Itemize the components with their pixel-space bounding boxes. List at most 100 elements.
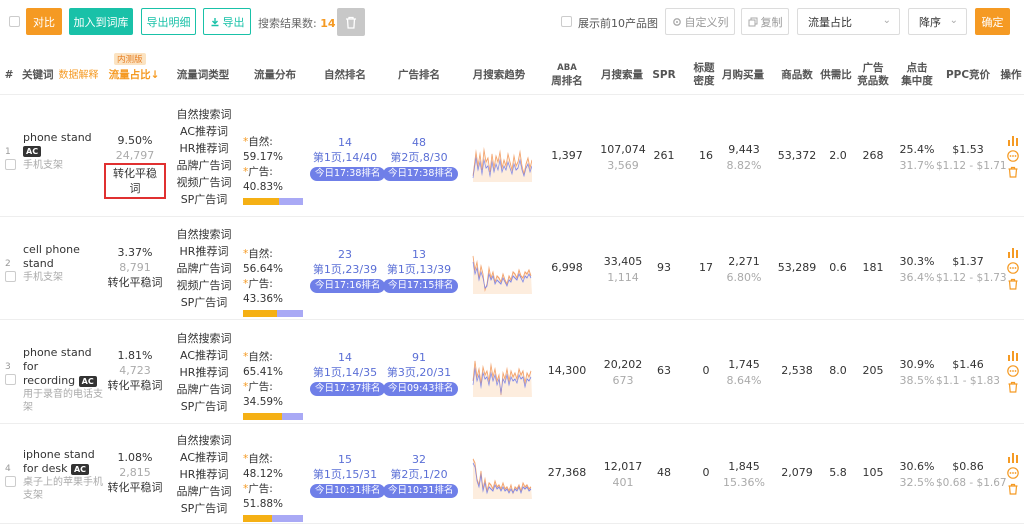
ppc-cell: $0.86 $0.68 - $1.67: [936, 459, 1007, 491]
col-products[interactable]: 商品数: [775, 55, 819, 95]
spr-value: 93: [657, 260, 671, 274]
custom-columns-button[interactable]: 自定义列: [665, 8, 735, 35]
organic-rank-cell[interactable]: 23 第1页,23/39 今日17:16排名: [310, 247, 386, 293]
ad-rank-cell[interactable]: 13 第1页,13/39 今日17:15排名: [383, 247, 459, 293]
monthly-trend-chart[interactable]: [472, 132, 532, 182]
traffic-type-item: HR推荐词: [179, 141, 229, 155]
sort-order-select[interactable]: 降序 ⌄: [908, 8, 967, 35]
supply-ratio-value: 2.0: [829, 148, 847, 162]
export-detail-button[interactable]: 导出明细: [141, 8, 196, 35]
col-supply-ratio[interactable]: 供需比: [819, 55, 853, 95]
organic-bar: [243, 413, 282, 420]
monthly-trend-chart[interactable]: [472, 449, 532, 499]
traffic-type-item: HR推荐词: [179, 365, 229, 379]
monthly-trend-chart[interactable]: [472, 244, 532, 294]
col-keyword[interactable]: 关键词 数据解释: [22, 55, 104, 95]
keyword-cell[interactable]: iphone stand for desk AC 桌子上的苹果手机支架: [23, 448, 107, 502]
sort-field-select[interactable]: 流量占比 ⌄: [797, 8, 900, 35]
ad-rank-cell[interactable]: 91 第3页,20/31 今日09:43排名: [383, 350, 459, 396]
table-row: 3 phone stand for recording AC 用于录音的电话支架…: [0, 320, 1024, 424]
monthly-purchase-pct: 8.64%: [726, 374, 762, 387]
supply-ratio-value: 8.0: [829, 364, 847, 377]
col-ad-products-line1: 广告: [862, 62, 884, 74]
col-ppc[interactable]: PPC竞价: [942, 55, 994, 95]
select-all-checkbox[interactable]: [9, 16, 20, 27]
compare-button[interactable]: 对比: [26, 8, 62, 35]
ad-pct: 43.36%: [243, 292, 284, 305]
monthly-purchase-value: 1,845: [728, 460, 760, 473]
show-top10-checkbox[interactable]: [561, 16, 572, 27]
ppc-range: $0.68 - $1.67: [936, 477, 1007, 489]
confirm-button[interactable]: 确定: [975, 8, 1010, 35]
monthly-purchase-cell: 2,271 6.80%: [720, 254, 768, 286]
organic-rank-cell[interactable]: 14 第1页,14/35 今日17:37排名: [310, 350, 386, 396]
col-click-concentration[interactable]: 点击 集中度: [898, 55, 936, 95]
keyword-cell[interactable]: phone stand for recording AC 用于录音的电话支架: [23, 346, 107, 414]
title-density-value: 17: [699, 260, 713, 274]
ad-rank-page: 第1页,13/39: [386, 262, 452, 276]
export-button[interactable]: 导出: [203, 8, 251, 35]
traffic-share-sub: 4,723: [119, 364, 151, 377]
bar-chart-icon[interactable]: [1007, 246, 1019, 258]
delete-icon[interactable]: [1007, 483, 1019, 495]
more-icon[interactable]: [1007, 149, 1019, 162]
col-title-density[interactable]: 标题 密度: [689, 55, 719, 95]
col-click-line1: 点击: [906, 62, 928, 74]
ad-label: 广告:: [248, 165, 273, 178]
delete-icon[interactable]: [1007, 381, 1019, 393]
monthly-purchase-value: 1,745: [728, 358, 760, 371]
data-explain-link[interactable]: 数据解释: [59, 69, 99, 82]
keyword-line1: phone stand: [23, 130, 92, 144]
bar-chart-icon[interactable]: [1007, 349, 1019, 361]
col-ad-rank[interactable]: 广告排名: [384, 55, 454, 95]
col-monthly-search[interactable]: 月搜索量: [597, 55, 647, 95]
col-traffic-share[interactable]: 流量占比 ↓: [106, 55, 162, 95]
download-icon: [211, 17, 218, 26]
traffic-type-list: 自然搜索词 AC推荐词 HR推荐词 品牌广告词 SP广告词: [170, 432, 238, 517]
more-icon[interactable]: [1007, 467, 1019, 479]
keyword-cell[interactable]: phone stand AC 手机支架: [23, 131, 107, 172]
delete-icon[interactable]: [1007, 166, 1019, 178]
traffic-dist-bar: [243, 413, 303, 420]
row-checkbox[interactable]: [5, 374, 16, 385]
col-spr[interactable]: SPR: [650, 55, 678, 95]
row-checkbox[interactable]: [5, 476, 16, 487]
copy-button[interactable]: 复制: [741, 8, 789, 35]
row-checkbox[interactable]: [5, 270, 16, 282]
result-count: 14: [320, 17, 336, 30]
organic-label: 自然:: [248, 135, 273, 148]
organic-rank-time: 今日10:31排名: [310, 484, 386, 498]
bar-chart-icon[interactable]: [1007, 134, 1019, 146]
keyword-cell[interactable]: cell phone stand 手机支架: [23, 243, 107, 284]
ad-rank-cell[interactable]: 48 第2页,8/30 今日17:38排名: [383, 135, 459, 181]
toolbar: 对比 加入到词库 导出明细 导出 搜索结果数: 14 展示前10产品图 自定义列…: [0, 0, 1024, 44]
more-icon[interactable]: [1007, 261, 1019, 274]
row-number: 1: [5, 146, 11, 157]
ppc-cell: $1.46 $1.1 - $1.83: [936, 357, 1000, 389]
bar-chart-icon[interactable]: [1007, 451, 1019, 463]
ppc-value: $0.86: [952, 460, 984, 473]
col-organic-rank[interactable]: 自然排名: [312, 55, 378, 95]
col-monthly-purchase[interactable]: 月购买量: [719, 55, 767, 95]
delete-icon[interactable]: [1007, 278, 1019, 290]
monthly-search-value: 107,074: [600, 142, 646, 156]
more-icon[interactable]: [1007, 365, 1019, 377]
add-to-library-button[interactable]: 加入到词库: [69, 8, 133, 35]
click-concentration-value: 25.4%: [899, 142, 935, 156]
col-aba-rank[interactable]: ABA 周排名: [544, 55, 590, 95]
delete-button[interactable]: [337, 8, 365, 36]
click-concentration-value: 30.6%: [899, 460, 935, 473]
sort-field-value: 流量占比: [808, 15, 852, 29]
ad-rank-cell[interactable]: 32 第2页,1/20 今日10:31排名: [383, 452, 459, 498]
keyword-line2: recording: [23, 374, 76, 387]
monthly-trend-chart[interactable]: [472, 347, 532, 397]
organic-rank-cell[interactable]: 14 第1页,14/40 今日17:38排名: [310, 135, 386, 181]
row-checkbox[interactable]: [5, 158, 16, 170]
traffic-share-value: 1.08%: [117, 451, 153, 464]
organic-rank-cell[interactable]: 15 第1页,15/31 今日10:31排名: [310, 452, 386, 498]
gear-icon: [672, 17, 681, 26]
col-ad-products[interactable]: 广告 竞品数: [854, 55, 892, 95]
ac-badge: AC: [78, 375, 97, 387]
ad-bar: [282, 413, 303, 420]
traffic-share-cell: 3.37% 8,791 转化平稳词: [104, 245, 166, 290]
